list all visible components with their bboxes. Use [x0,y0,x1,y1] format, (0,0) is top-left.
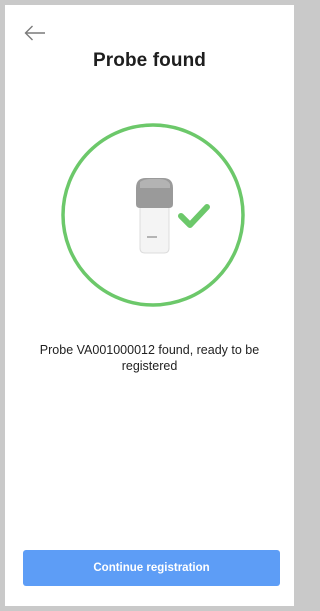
back-button[interactable] [22,20,48,46]
arrow-left-icon [24,25,45,41]
status-message: Probe VA001000012 found, ready to be reg… [39,343,260,373]
checkmark-icon [178,204,210,228]
page-title: Probe found [93,50,206,71]
probe-success-illustration [60,122,246,308]
ultrasound-probe-icon [136,178,173,254]
probe-found-screen: Probe found Probe VA001000012 found, rea… [5,5,294,606]
continue-registration-button[interactable]: Continue registration [23,550,280,586]
